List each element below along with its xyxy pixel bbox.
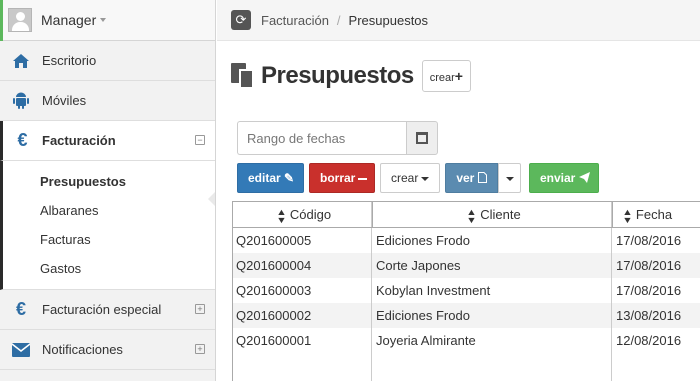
user-name: Manager: [41, 12, 97, 28]
expand-icon[interactable]: +: [195, 304, 205, 314]
status-indicator: [0, 0, 3, 41]
submenu-item-presupuestos[interactable]: Presupuestos: [3, 167, 215, 196]
sort-icon: ▲ ▼: [466, 206, 478, 225]
cell-codigo: Q201600004: [232, 253, 372, 278]
send-button[interactable]: enviar: [529, 163, 599, 193]
submenu-item-gastos[interactable]: Gastos: [3, 254, 215, 283]
chevron-down-icon: [100, 18, 107, 22]
sort-icon: ▲ ▼: [276, 206, 287, 225]
page-header: Presupuestos crear+: [231, 60, 471, 92]
avatar: [8, 8, 32, 32]
submenu-item-facturas[interactable]: Facturas: [3, 225, 215, 254]
column-label: Código: [289, 207, 332, 222]
minus-icon: [358, 177, 368, 180]
column-label: Cliente: [480, 207, 521, 222]
euro-icon: €: [15, 299, 26, 319]
date-range-filter: [237, 121, 438, 155]
table-row[interactable]: Q201600001 Joyeria Almirante 12/08/2016: [232, 328, 700, 353]
expand-icon[interactable]: +: [195, 344, 205, 354]
delete-label: borrar: [320, 171, 356, 185]
empty-cell: [232, 353, 372, 381]
edit-label: editar: [248, 171, 281, 185]
table-empty-area: [232, 353, 700, 381]
cell-codigo: Q201600001: [232, 328, 372, 353]
sidebar-item-label: Facturación especial: [42, 302, 162, 317]
cell-fecha: 17/08/2016: [616, 233, 682, 248]
create-label: crear: [429, 72, 455, 84]
sort-icon: ▲ ▼: [622, 206, 633, 225]
sidebar-item-facturacion[interactable]: € Facturación −: [0, 121, 215, 161]
android-icon: [0, 92, 42, 110]
calendar-button[interactable]: [406, 121, 438, 155]
table-row[interactable]: Q201600004 Corte Japones 17/08/2016: [232, 253, 700, 278]
calendar-icon: [416, 132, 428, 144]
action-toolbar: editar ✎ borrar crear ver enviar: [237, 163, 604, 193]
refresh-icon[interactable]: ⟳: [231, 10, 251, 30]
submenu-facturacion: Presupuestos Albaranes Facturas Gastos: [0, 161, 215, 290]
sidebar-item-label: Facturación: [42, 133, 116, 148]
create-dropdown-label: crear: [391, 171, 419, 185]
breadcrumb: ⟳ Facturación / Presupuestos: [217, 0, 700, 41]
date-range-input[interactable]: [237, 121, 406, 155]
chevron-down-icon: [505, 176, 514, 181]
view-pdf-button[interactable]: ver: [445, 163, 498, 193]
cell-cliente: Ediciones Frodo: [372, 303, 612, 328]
breadcrumb-separator: /: [336, 12, 341, 28]
envelope-icon: [0, 342, 42, 357]
pencil-icon: ✎: [284, 171, 295, 185]
euro-icon: €: [17, 130, 28, 150]
sidebar-item-label: Móviles: [42, 93, 87, 108]
view-dropdown-toggle[interactable]: [498, 163, 521, 193]
edit-button[interactable]: editar ✎: [237, 163, 304, 193]
table-header: ▲ ▼ Código ▲ ▼ Cliente ▲ ▼ Fecha: [232, 202, 700, 228]
sidebar-item-notificaciones[interactable]: Notificaciones +: [0, 330, 215, 370]
table-row[interactable]: Q201600002 Ediciones Frodo 13/08/2016: [232, 303, 700, 328]
plus-icon: +: [454, 68, 463, 84]
active-pointer-icon: [208, 192, 215, 206]
cell-cliente: Ediciones Frodo: [372, 228, 612, 253]
cell-codigo: Q201600005: [232, 228, 372, 253]
cell-fecha: 12/08/2016: [616, 333, 682, 348]
sidebar-item-label: Notificaciones: [42, 342, 123, 357]
cell-fecha: 17/08/2016: [616, 283, 682, 298]
page-title: Presupuestos: [261, 62, 414, 89]
paper-plane-icon: [578, 171, 590, 185]
breadcrumb-parent[interactable]: Facturación: [261, 13, 329, 28]
cell-fecha: 13/08/2016: [616, 308, 682, 323]
quotes-table: ▲ ▼ Código ▲ ▼ Cliente ▲ ▼ Fecha Q201600005 Ed…: [232, 201, 700, 381]
empty-cell: [372, 353, 612, 381]
sidebar-item-label: Escritorio: [42, 53, 97, 68]
column-label: Fecha: [635, 207, 673, 222]
create-dropdown-button[interactable]: crear: [380, 163, 440, 193]
home-icon: [0, 53, 42, 69]
sidebar-item-escritorio[interactable]: Escritorio: [0, 41, 215, 81]
sidebar-item-moviles[interactable]: Móviles: [0, 81, 215, 121]
sidebar-item-facturacion-especial[interactable]: € Facturación especial +: [0, 290, 215, 330]
breadcrumb-current: Presupuestos: [348, 12, 429, 28]
documents-icon: [231, 63, 255, 89]
column-header-fecha[interactable]: ▲ ▼ Fecha: [612, 202, 700, 227]
view-label: ver: [456, 171, 475, 185]
cell-codigo: Q201600002: [232, 303, 372, 328]
collapse-icon[interactable]: −: [195, 135, 205, 145]
column-header-cliente[interactable]: ▲ ▼ Cliente: [372, 202, 612, 227]
cell-cliente: Corte Japones: [372, 253, 612, 278]
empty-cell: [612, 353, 700, 381]
cell-fecha: 17/08/2016: [616, 258, 682, 273]
cell-codigo: Q201600003: [232, 278, 372, 303]
column-header-codigo[interactable]: ▲ ▼ Código: [232, 202, 372, 227]
delete-button[interactable]: borrar: [309, 163, 375, 193]
cell-cliente: Kobylan Investment: [372, 278, 612, 303]
main-content: ⟳ Facturación / Presupuestos Presupuesto…: [217, 0, 700, 381]
sidebar: Manager Escritorio Móviles € Facturación…: [0, 0, 216, 381]
user-menu[interactable]: Manager: [0, 0, 215, 41]
table-row[interactable]: Q201600005 Ediciones Frodo 17/08/2016: [232, 228, 700, 253]
cell-cliente: Joyeria Almirante: [372, 328, 612, 353]
create-button[interactable]: crear+: [421, 60, 471, 92]
submenu-item-albaranes[interactable]: Albaranes: [3, 196, 215, 225]
send-label: enviar: [540, 171, 576, 185]
pdf-file-icon: [477, 171, 487, 185]
table-row[interactable]: Q201600003 Kobylan Investment 17/08/2016: [232, 278, 700, 303]
chevron-down-icon: [421, 176, 430, 181]
